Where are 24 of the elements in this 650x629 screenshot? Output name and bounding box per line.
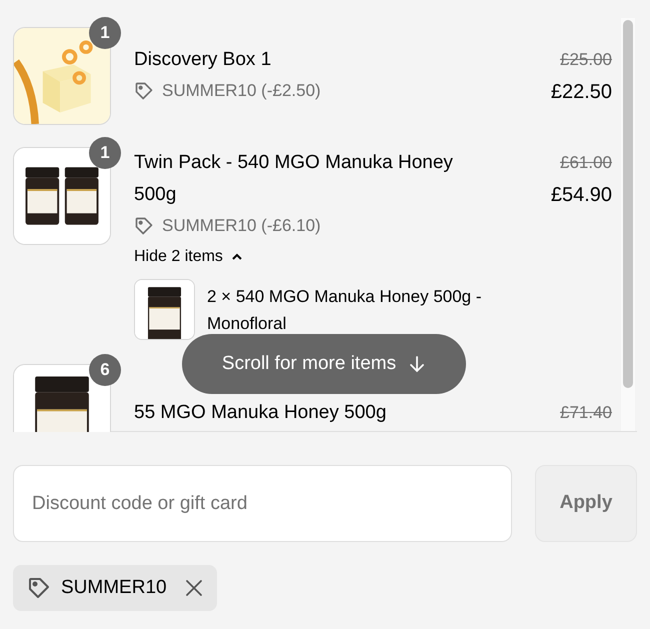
- original-price: £71.40: [560, 402, 612, 424]
- quantity-badge: 1: [89, 137, 121, 169]
- hide-items-toggle[interactable]: Hide 2 items: [134, 243, 243, 271]
- price: £54.90: [550, 183, 612, 208]
- tag-icon: [27, 576, 51, 600]
- component-title: 2 × 540 MGO Manuka Honey 500g - Monofloral: [207, 286, 483, 334]
- scrollbar-thumb[interactable]: [623, 20, 633, 388]
- product-title: Twin Pack - 540 MGO Manuka Honey 500g: [134, 151, 454, 207]
- price: £22.50: [550, 80, 612, 105]
- discount-label: SUMMER10 (-£2.50): [162, 80, 321, 102]
- tag-icon: [134, 216, 154, 236]
- arrow-down-icon: [408, 355, 426, 373]
- quantity-badge: 6: [89, 354, 121, 386]
- remove-icon[interactable]: [184, 579, 203, 597]
- product-title: Discovery Box 1: [134, 48, 272, 72]
- tag-icon: [134, 81, 154, 101]
- scroll-hint[interactable]: Scroll for more items: [182, 334, 466, 394]
- quantity-badge: 1: [89, 17, 121, 49]
- original-price: £61.00: [560, 152, 612, 174]
- code-label: SUMMER10: [61, 576, 167, 600]
- product-title: 55 MGO Manuka Honey 500g: [134, 401, 388, 425]
- discount-label: SUMMER10 (-£6.10): [162, 215, 321, 237]
- discount-code-field[interactable]: Discount code or gift card: [13, 465, 512, 542]
- original-price: £25.00: [560, 49, 612, 71]
